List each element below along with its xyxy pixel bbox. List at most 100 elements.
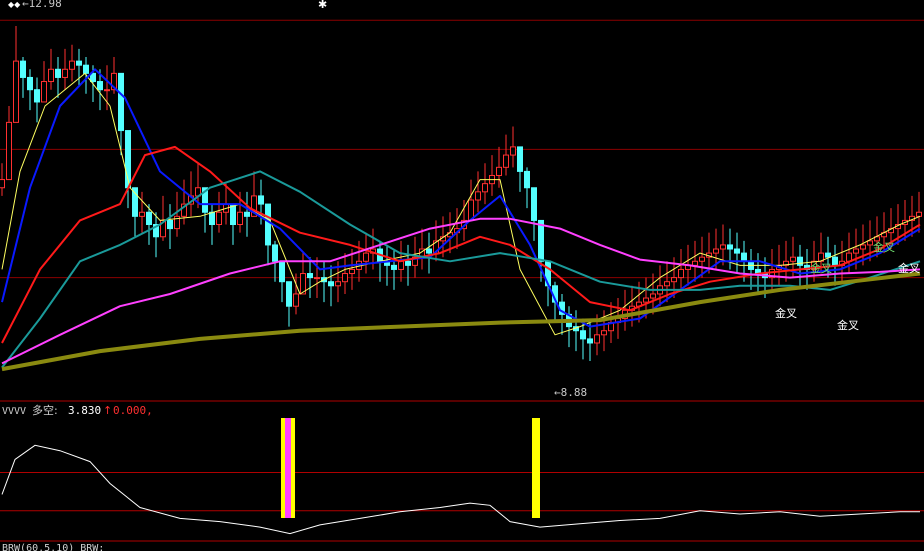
low-price-marker: ←8.88	[554, 386, 587, 399]
candle-body	[209, 211, 215, 226]
bottom-indicator-header: BRW(60,5,10) BRW:	[2, 543, 104, 551]
candle-body	[405, 260, 411, 266]
candle-body	[363, 252, 369, 262]
main-grid	[0, 19, 924, 279]
candle-body	[237, 211, 243, 226]
candle-body	[741, 252, 747, 262]
moving-average-line	[1, 271, 921, 372]
candle-body	[104, 89, 110, 92]
candle-body	[643, 297, 649, 303]
candle-body	[391, 264, 397, 270]
candle-body	[335, 281, 341, 287]
candle-body	[790, 256, 796, 262]
candle-body	[69, 60, 75, 70]
candle-body	[97, 81, 103, 91]
candle-body	[671, 277, 677, 283]
candle-body	[475, 191, 481, 201]
indicator-grid	[0, 472, 924, 512]
candle-body	[349, 268, 355, 275]
candle-body	[398, 260, 404, 270]
candle-body	[132, 187, 138, 217]
oscillator-line	[1, 444, 920, 535]
candle-body	[720, 244, 726, 250]
candle-body	[916, 211, 922, 217]
candle-body	[265, 203, 271, 246]
indicator-header: VVVV 多空: 3.830 ↑ 0.000,	[2, 403, 153, 417]
candle-body	[713, 248, 719, 254]
candle-body	[650, 293, 656, 299]
candle-body	[307, 273, 313, 279]
candle-body	[279, 260, 285, 283]
indicator-label: 多空:	[32, 403, 58, 417]
candle-body	[13, 60, 19, 123]
candle-body	[48, 68, 54, 83]
candle-body	[510, 146, 516, 156]
candle-body	[832, 256, 838, 266]
golden-cross-label: 金叉	[775, 306, 797, 320]
candle-body	[678, 268, 684, 279]
high-price-marker: ←12.98	[22, 0, 62, 10]
candle-body	[867, 240, 873, 246]
moving-average-line	[1, 170, 921, 369]
candle-body	[167, 219, 173, 230]
candle-body	[531, 187, 537, 221]
candle-body	[216, 211, 222, 226]
candle-body	[517, 146, 523, 172]
candle-body	[41, 81, 47, 103]
candle-body	[286, 281, 292, 307]
signal-bar	[285, 418, 291, 518]
candle-body	[727, 244, 733, 250]
candle-body	[426, 248, 432, 254]
candle-body	[118, 72, 124, 132]
candle-body	[258, 195, 264, 205]
candle-body	[594, 334, 600, 344]
golden-cross-label: 金叉	[873, 240, 895, 254]
candle-body	[0, 179, 5, 189]
candle-body	[293, 293, 299, 307]
indicator-arrow: ↑	[103, 404, 112, 417]
moving-average-line	[1, 72, 921, 336]
candle-body	[83, 64, 89, 74]
diamond-icon: ◆◆	[8, 0, 21, 9]
candle-body	[587, 338, 593, 344]
candle-body	[860, 244, 866, 250]
candle-body	[496, 166, 502, 176]
candle-body	[503, 154, 509, 168]
star-icon: ✱	[318, 0, 327, 11]
candle-body	[314, 277, 320, 280]
signal-bar	[532, 418, 540, 518]
indicator-line	[1, 444, 920, 535]
candle-body	[664, 281, 670, 287]
candle-body	[244, 211, 250, 217]
candle-body	[27, 76, 33, 91]
chart-canvas: ←12.98 ◆◆ ✱ ←8.88 金叉 金叉 金叉 金叉 金叉 VVVV 多空…	[0, 0, 924, 551]
candle-body	[62, 68, 68, 78]
signal-bars	[281, 418, 540, 518]
candle-body	[601, 330, 607, 336]
candle-body	[692, 260, 698, 266]
candle-body	[580, 330, 586, 340]
indicator-value: 3.830	[68, 404, 101, 417]
indicator-name: VVVV	[2, 406, 26, 417]
candle-body	[482, 183, 488, 193]
candle-body	[734, 248, 740, 254]
candle-body	[272, 244, 278, 262]
candle-body	[797, 256, 803, 266]
candle-body	[524, 170, 530, 189]
candle-body	[538, 219, 544, 262]
moving-average-lines	[1, 68, 921, 372]
candle-body	[55, 68, 61, 78]
candle-body	[699, 256, 705, 262]
indicator-value2: 0.000,	[113, 404, 153, 417]
golden-cross-label: 金叉	[810, 261, 832, 275]
candle-body	[20, 60, 26, 78]
golden-cross-label: 金叉	[837, 318, 859, 332]
candle-body	[825, 252, 831, 258]
golden-cross-label: 金叉	[898, 261, 920, 275]
candle-body	[139, 211, 145, 217]
candle-body	[328, 281, 334, 287]
candle-body	[6, 121, 12, 181]
candle-body	[76, 60, 82, 66]
candle-body	[853, 248, 859, 254]
candle-body	[146, 211, 152, 226]
